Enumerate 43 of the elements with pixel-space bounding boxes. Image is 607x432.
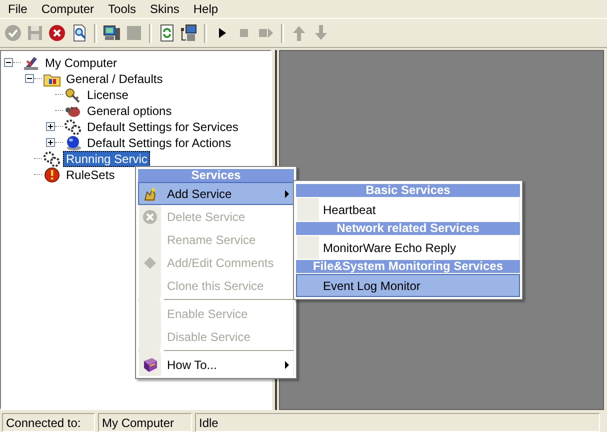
menu-item[interactable]: Tools	[102, 2, 142, 16]
down-arrow-icon	[312, 24, 330, 42]
gears-icon	[43, 150, 61, 167]
tree-item[interactable]: Default Settings for Actions	[84, 134, 234, 151]
status-panel: My Computer	[98, 413, 192, 432]
tree-item[interactable]: License	[84, 86, 132, 103]
collapse-icon[interactable]	[4, 58, 13, 68]
collapse-icon[interactable]	[25, 74, 34, 84]
menu-item[interactable]: Computer	[35, 2, 100, 16]
gears-icon	[64, 118, 82, 135]
menu-item[interactable]: MonitorWare Echo Reply	[296, 236, 520, 259]
refresh-icon	[158, 24, 176, 42]
menu-header: Basic Services	[296, 184, 520, 197]
expand-icon[interactable]	[46, 138, 55, 148]
menu-item[interactable]: File	[2, 2, 34, 16]
menu-header: Network related Services	[296, 222, 520, 235]
menu-item[interactable]: Help	[187, 2, 224, 16]
menu-item[interactable]: Add Service	[138, 182, 294, 205]
tree-item[interactable]: Default Settings for Services	[84, 118, 242, 135]
tree-item[interactable]: Running Servic	[63, 150, 150, 167]
square-icon	[125, 24, 143, 42]
close-icon	[142, 208, 158, 224]
tree-item[interactable]: General / Defaults	[63, 70, 166, 87]
tree-item[interactable]: RuleSets	[63, 166, 118, 183]
tree-item[interactable]: My Computer	[42, 54, 120, 71]
menu-item[interactable]: Heartbeat	[296, 198, 520, 221]
globe-icon	[64, 134, 82, 151]
key-icon	[64, 86, 82, 103]
menu-item[interactable]: Event Log Monitor	[296, 274, 520, 297]
tree-item[interactable]: General options	[84, 102, 175, 119]
expand-icon[interactable]	[46, 122, 55, 132]
floppy-icon	[26, 24, 44, 42]
menu-item[interactable]: How To...	[138, 353, 294, 376]
menu-header: Services	[138, 169, 294, 182]
menu-item[interactable]: Skins	[144, 2, 186, 16]
comment-icon	[142, 254, 158, 270]
close-icon	[48, 24, 66, 42]
up-arrow-icon	[290, 24, 308, 42]
status-panel: Connected to:	[2, 413, 95, 432]
alert-icon	[43, 166, 61, 183]
status-panel: Idle	[195, 413, 600, 432]
check-icon	[4, 24, 22, 42]
menu-header: File&System Monitoring Services	[296, 260, 520, 273]
